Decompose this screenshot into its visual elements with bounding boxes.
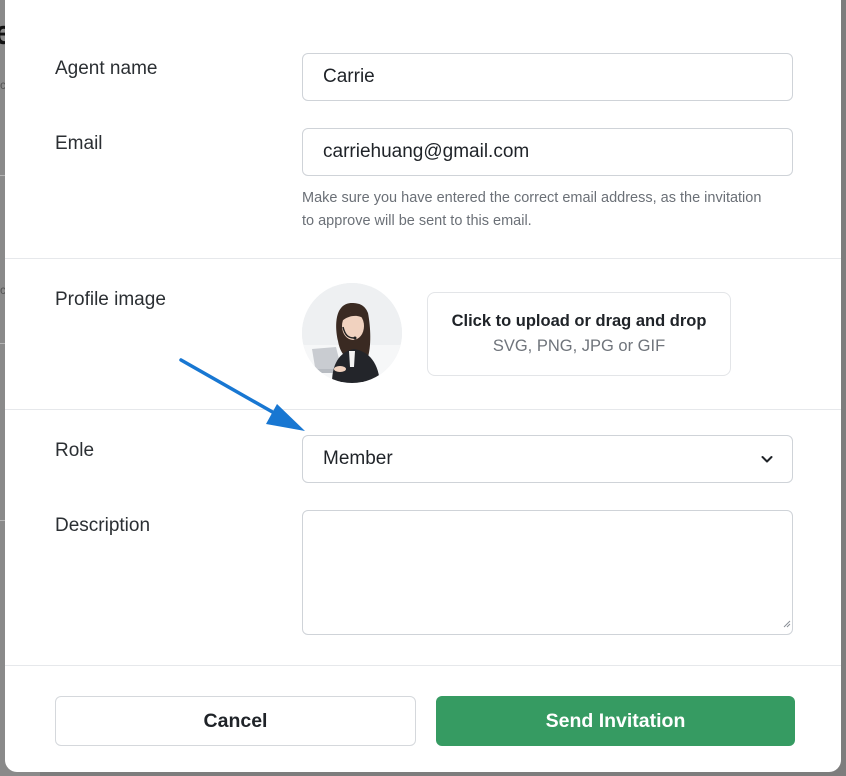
chevron-down-icon [761, 456, 773, 463]
avatar [302, 283, 402, 383]
email-value: carriehuang@gmail.com [323, 141, 530, 162]
resize-grip-icon[interactable] [783, 620, 791, 628]
send-invitation-button[interactable]: Send Invitation [436, 696, 795, 746]
agent-name-value: Carrie [323, 66, 375, 87]
invite-agent-modal: Agent name Carrie Email carriehuang@gmai… [5, 0, 841, 772]
section-divider [5, 409, 841, 410]
cancel-button[interactable]: Cancel [55, 696, 416, 746]
footer-divider [5, 665, 841, 666]
email-hint: Make sure you have entered the correct e… [302, 190, 762, 229]
agent-name-input[interactable]: Carrie [302, 53, 793, 101]
role-select[interactable]: Member [302, 435, 793, 483]
image-upload-dropzone[interactable]: Click to upload or drag and drop SVG, PN… [427, 292, 731, 376]
role-label: Role [55, 440, 95, 461]
section-divider [5, 258, 841, 259]
description-label: Description [55, 515, 151, 536]
avatar-photo [302, 283, 402, 383]
role-selected-value: Member [323, 448, 393, 469]
upload-formats: SVG, PNG, JPG or GIF [492, 337, 666, 355]
description-textarea[interactable] [302, 510, 793, 635]
upload-title: Click to upload or drag and drop [451, 312, 707, 330]
email-label: Email [55, 133, 103, 154]
profile-image-label: Profile image [55, 289, 166, 310]
agent-name-label: Agent name [55, 58, 158, 79]
email-input[interactable]: carriehuang@gmail.com [302, 128, 793, 176]
